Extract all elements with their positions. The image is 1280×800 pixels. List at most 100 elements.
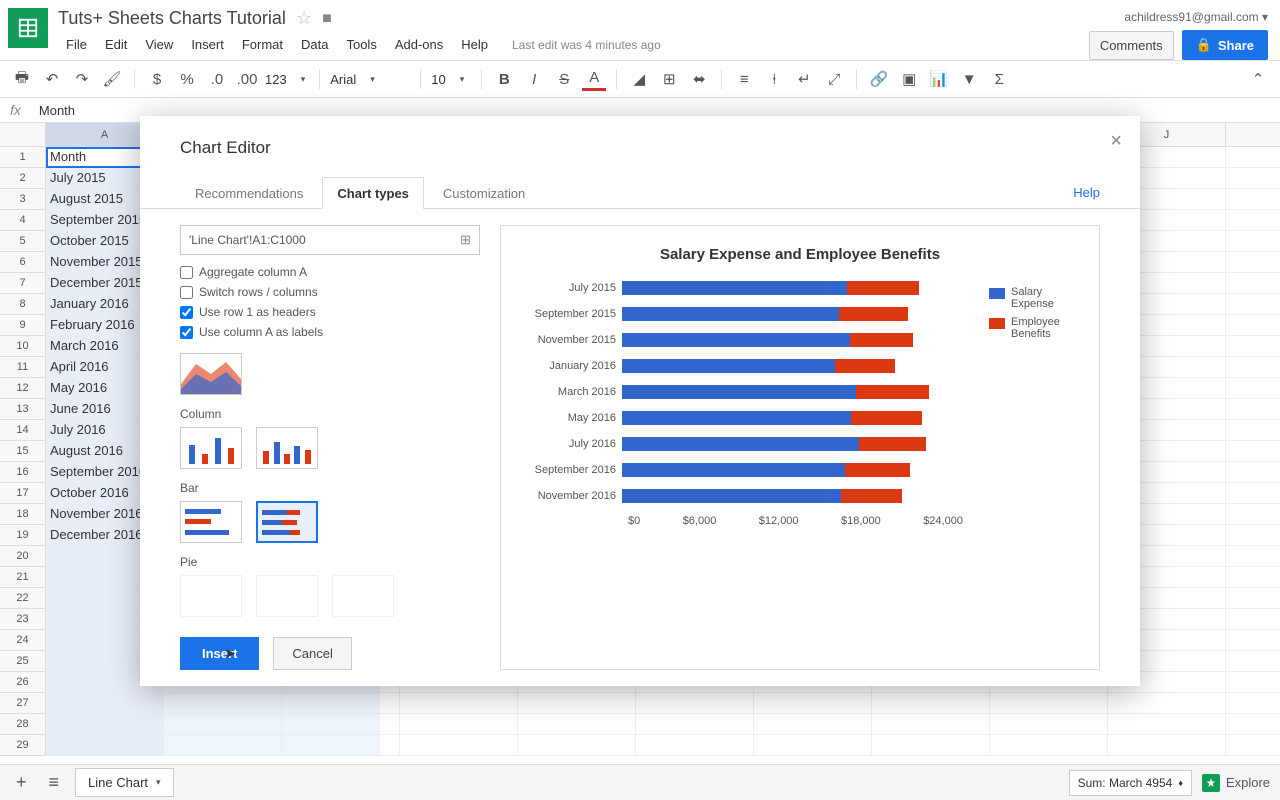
use-row1-checkbox[interactable]: Use row 1 as headers xyxy=(180,305,480,319)
cell[interactable] xyxy=(1226,147,1280,168)
row-header[interactable]: 13 xyxy=(0,399,46,420)
all-sheets-button[interactable]: ≡ xyxy=(43,768,66,797)
row-header[interactable]: 9 xyxy=(0,315,46,336)
row-header[interactable]: 16 xyxy=(0,462,46,483)
menu-insert[interactable]: Insert xyxy=(183,33,232,56)
cell[interactable] xyxy=(872,714,990,735)
menu-edit[interactable]: Edit xyxy=(97,33,135,56)
text-wrap-icon[interactable]: ↵ xyxy=(792,67,816,91)
cell[interactable] xyxy=(1226,714,1280,735)
cell[interactable] xyxy=(282,714,400,735)
number-format-dropdown[interactable]: 123 xyxy=(265,72,309,87)
column-header[interactable]: K xyxy=(1226,123,1280,147)
borders-icon[interactable]: ⊞ xyxy=(657,67,681,91)
cell[interactable] xyxy=(990,735,1108,756)
cell[interactable] xyxy=(164,735,282,756)
row-header[interactable]: 18 xyxy=(0,504,46,525)
row-header[interactable]: 11 xyxy=(0,357,46,378)
v-align-icon[interactable]: ⍿ xyxy=(762,67,786,91)
menu-file[interactable]: File xyxy=(58,33,95,56)
cell[interactable] xyxy=(1226,735,1280,756)
add-sheet-button[interactable]: + xyxy=(10,768,33,797)
chevron-down-icon[interactable]: ▾ xyxy=(156,777,161,788)
cancel-button[interactable]: Cancel xyxy=(273,637,351,670)
row-header[interactable]: 27 xyxy=(0,693,46,714)
row-header[interactable]: 4 xyxy=(0,210,46,231)
text-rotate-icon[interactable]: ⤢ xyxy=(822,67,846,91)
cell[interactable] xyxy=(1226,315,1280,336)
italic-icon[interactable]: I xyxy=(522,67,546,91)
cell[interactable] xyxy=(1226,567,1280,588)
pie-chart-thumb-2[interactable] xyxy=(256,575,318,617)
bold-icon[interactable]: B xyxy=(492,67,516,91)
merge-cells-icon[interactable]: ⬌ xyxy=(687,67,711,91)
cell[interactable] xyxy=(1226,210,1280,231)
formula-input[interactable]: Month xyxy=(39,103,75,118)
h-align-icon[interactable]: ≡ xyxy=(732,67,756,91)
cell[interactable] xyxy=(1226,672,1280,693)
tab-customization[interactable]: Customization xyxy=(428,177,540,209)
cell[interactable] xyxy=(518,693,636,714)
cell[interactable] xyxy=(1226,483,1280,504)
filter-icon[interactable]: ▼ xyxy=(957,67,981,91)
cell[interactable] xyxy=(518,714,636,735)
redo-icon[interactable]: ↷ xyxy=(70,67,94,91)
menu-addons[interactable]: Add-ons xyxy=(387,33,451,56)
cell[interactable] xyxy=(754,714,872,735)
cell[interactable] xyxy=(46,735,164,756)
cell[interactable] xyxy=(1226,420,1280,441)
font-family-dropdown[interactable]: Arial xyxy=(330,72,410,87)
row-header[interactable]: 8 xyxy=(0,294,46,315)
row-header[interactable]: 14 xyxy=(0,420,46,441)
close-icon[interactable]: × xyxy=(1110,130,1122,153)
cell[interactable] xyxy=(636,693,754,714)
cell[interactable] xyxy=(1226,273,1280,294)
row-header[interactable]: 20 xyxy=(0,546,46,567)
menu-view[interactable]: View xyxy=(137,33,181,56)
sheet-tab[interactable]: Line Chart▾ xyxy=(75,768,174,797)
row-header[interactable]: 26 xyxy=(0,672,46,693)
cell[interactable] xyxy=(754,735,872,756)
cell[interactable] xyxy=(164,714,282,735)
bar-chart-thumb-1[interactable] xyxy=(180,501,242,543)
cell[interactable] xyxy=(1108,693,1226,714)
cell[interactable] xyxy=(1226,441,1280,462)
cell[interactable] xyxy=(400,714,518,735)
row-header[interactable]: 1 xyxy=(0,147,46,168)
decrease-decimal-icon[interactable]: .0 xyxy=(205,67,229,91)
row-header[interactable]: 25 xyxy=(0,651,46,672)
percent-icon[interactable]: % xyxy=(175,67,199,91)
data-range-input[interactable]: 'Line Chart'!A1:C1000 ⊞ xyxy=(180,225,480,255)
tab-chart-types[interactable]: Chart types xyxy=(322,177,424,209)
functions-icon[interactable]: Σ xyxy=(987,67,1011,91)
select-all-corner[interactable] xyxy=(0,123,46,147)
column-chart-thumb-2[interactable] xyxy=(256,427,318,469)
cell[interactable] xyxy=(990,693,1108,714)
row-header[interactable]: 28 xyxy=(0,714,46,735)
cell[interactable] xyxy=(46,693,164,714)
cell[interactable] xyxy=(872,735,990,756)
sheets-logo[interactable] xyxy=(8,8,48,48)
row-header[interactable]: 23 xyxy=(0,609,46,630)
tab-recommendations[interactable]: Recommendations xyxy=(180,177,318,209)
cell[interactable] xyxy=(282,735,400,756)
explore-button[interactable]: Explore xyxy=(1202,774,1270,792)
cell[interactable] xyxy=(990,714,1108,735)
cell[interactable] xyxy=(1226,294,1280,315)
cell[interactable] xyxy=(518,735,636,756)
print-icon[interactable]: 🖶 xyxy=(10,67,34,91)
sum-display[interactable]: Sum: March 4954♦ xyxy=(1069,770,1192,796)
row-header[interactable]: 5 xyxy=(0,231,46,252)
row-header[interactable]: 22 xyxy=(0,588,46,609)
help-link[interactable]: Help xyxy=(1073,185,1100,208)
menu-data[interactable]: Data xyxy=(293,33,336,56)
aggregate-checkbox[interactable]: Aggregate column A xyxy=(180,265,480,279)
cell[interactable] xyxy=(1226,693,1280,714)
row-header[interactable]: 7 xyxy=(0,273,46,294)
cell[interactable] xyxy=(1226,525,1280,546)
increase-decimal-icon[interactable]: .00 xyxy=(235,67,259,91)
share-button[interactable]: 🔒 Share xyxy=(1182,30,1268,60)
last-edit-text[interactable]: Last edit was 4 minutes ago xyxy=(504,34,669,56)
menu-tools[interactable]: Tools xyxy=(338,33,384,56)
link-icon[interactable]: 🔗 xyxy=(867,67,891,91)
